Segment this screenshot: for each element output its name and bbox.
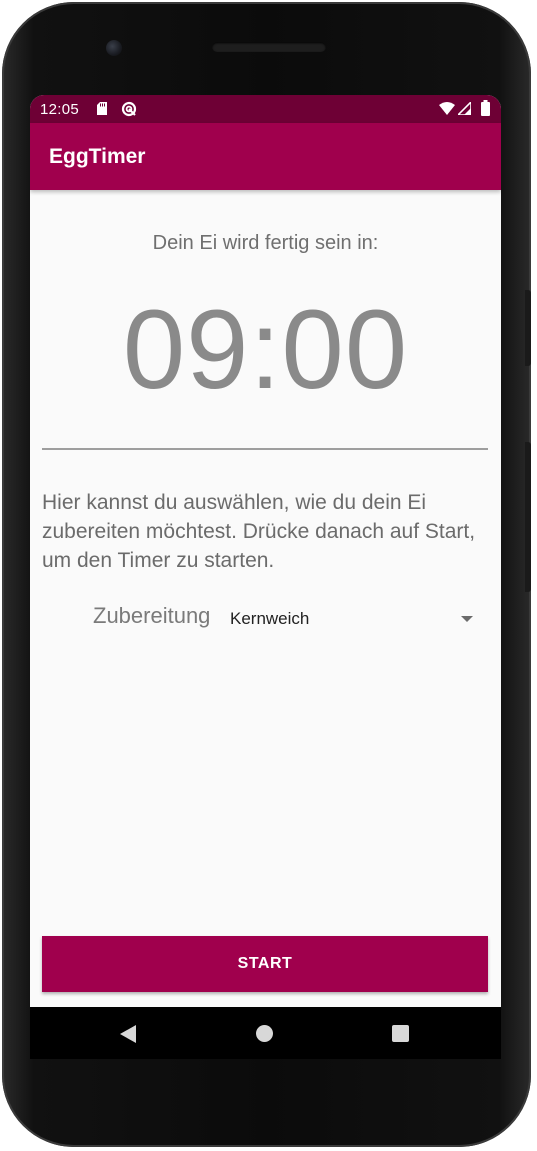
recents-icon[interactable]: [392, 1025, 409, 1042]
battery-icon: [481, 100, 490, 116]
app-screen: 12:05 EggTimer Dein Ei wird fertig sein …: [30, 95, 501, 1007]
status-bar: 12:05: [30, 95, 501, 123]
navigation-bar: [30, 1007, 501, 1059]
start-button[interactable]: START: [42, 936, 488, 992]
app-bar: EggTimer: [30, 123, 501, 190]
power-button: [525, 290, 531, 366]
divider: [42, 448, 488, 450]
sd-card-icon: [97, 102, 107, 115]
arrow-drop-down-icon: [461, 616, 473, 622]
home-icon[interactable]: [256, 1025, 273, 1042]
preparation-selected-value: Kernweich: [230, 609, 310, 628]
instruction-text: Hier kannst du auswählen, wie du dein Ei…: [42, 491, 476, 572]
wifi-icon: [439, 102, 455, 115]
preparation-label: Zubereitung: [93, 603, 211, 628]
status-time: 12:05: [40, 101, 80, 118]
sync-icon: [121, 101, 137, 117]
volume-button: [525, 442, 531, 592]
app-title: EggTimer: [49, 145, 146, 168]
back-icon[interactable]: [120, 1025, 136, 1043]
preparation-dropdown[interactable]: Kernweich: [223, 599, 473, 639]
earpiece-speaker: [212, 42, 326, 52]
timer-display: 09:00: [122, 287, 409, 412]
signal-icon: [458, 102, 471, 115]
front-camera: [106, 40, 122, 56]
timer-caption: Dein Ei wird fertig sein in:: [152, 232, 379, 254]
